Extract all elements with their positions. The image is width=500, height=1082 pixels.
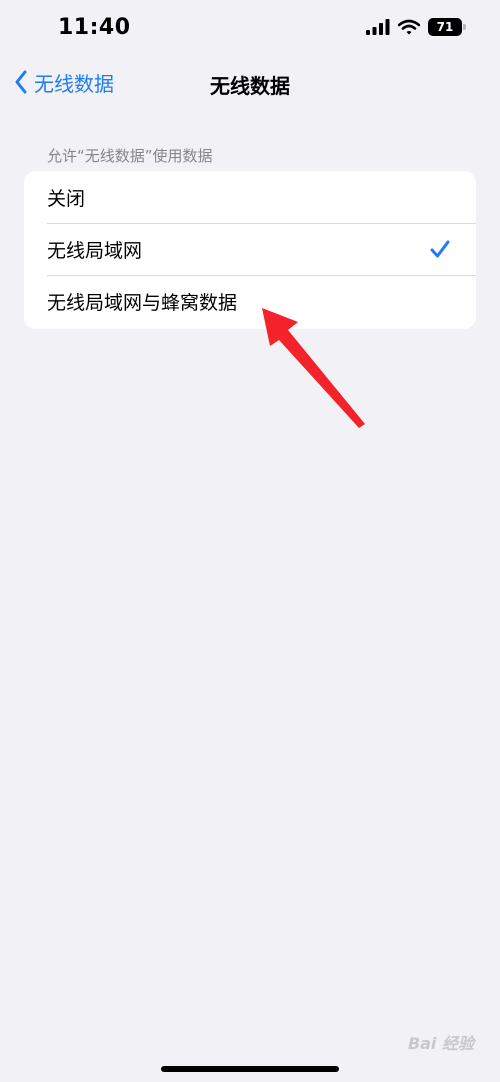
option-wlan[interactable]: 无线局域网 — [24, 223, 476, 275]
cellular-signal-icon — [366, 19, 390, 35]
home-indicator[interactable] — [161, 1066, 339, 1072]
wifi-icon — [398, 19, 420, 35]
section-header: 允许“无线数据”使用数据 — [47, 147, 213, 165]
status-icons: 71 — [366, 18, 466, 36]
option-label: 无线局域网 — [47, 239, 143, 262]
option-wlan-and-cellular[interactable]: 无线局域网与蜂窝数据 — [24, 275, 476, 327]
status-time: 11:40 — [58, 15, 131, 40]
battery-level: 71 — [436, 20, 454, 34]
option-label: 无线局域网与蜂窝数据 — [47, 291, 238, 314]
status-bar: 11:40 71 — [0, 0, 500, 60]
checkmark-icon — [430, 240, 450, 258]
option-off[interactable]: 关闭 — [24, 171, 476, 223]
battery-icon: 71 — [428, 18, 466, 36]
navigation-bar: 无线数据 无线数据 — [0, 60, 500, 104]
option-label: 关闭 — [47, 187, 86, 210]
page-title: 无线数据 — [210, 74, 290, 98]
watermark: Bai 经验 — [407, 1034, 474, 1053]
options-group: 关闭 无线局域网 无线局域网与蜂窝数据 — [24, 171, 476, 329]
